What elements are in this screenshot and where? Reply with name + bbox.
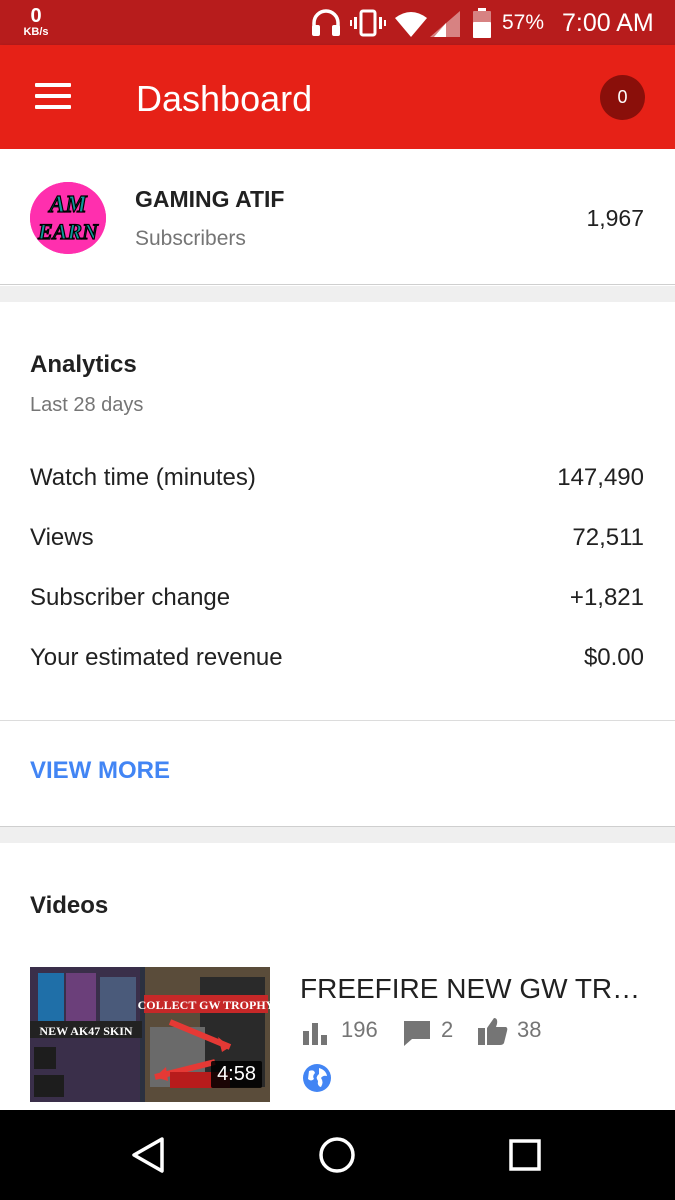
analytics-row-label: Views (30, 524, 94, 551)
thumbnail-caption-2: NEW AK47 SKIN (39, 1024, 132, 1038)
thumbs-up-icon (477, 1016, 509, 1052)
analytics-row-value: $0.00 (583, 644, 644, 671)
clock: 7:00 AM (562, 9, 654, 37)
subscribers-count: 1,967 (586, 205, 644, 231)
avatar-text-1: AM (47, 192, 88, 218)
network-speed-unit: KB/s (23, 26, 49, 38)
analytics-heading: Analytics (30, 351, 137, 378)
wifi-icon (395, 11, 427, 42)
bar-chart-icon (302, 1021, 328, 1051)
video-title[interactable]: FREEFIRE NEW GW TROPHY (300, 973, 645, 1005)
app-bar: Dashboard 0 (0, 45, 675, 149)
video-likes: 38 (517, 1017, 542, 1042)
analytics-row-label: Subscriber change (30, 584, 231, 611)
menu-icon[interactable] (35, 83, 71, 111)
video-comments: 2 (441, 1017, 454, 1042)
video-views: 196 (341, 1017, 378, 1042)
home-icon[interactable] (318, 1136, 356, 1179)
analytics-card (0, 302, 675, 827)
system-nav-bar (0, 1110, 675, 1200)
avatar[interactable]: AM EARN (30, 182, 106, 254)
comment-icon (402, 1019, 432, 1053)
analytics-row-label: Watch time (minutes) (30, 464, 256, 491)
network-speed-value: 0 (30, 5, 42, 27)
subscribers-label: Subscribers (135, 227, 246, 250)
videos-heading: Videos (30, 892, 109, 919)
avatar-logo: AM EARN (30, 182, 106, 254)
thumbnail-caption-1: COLLECT GW TROPHY (138, 998, 270, 1012)
recents-icon[interactable] (508, 1138, 542, 1177)
section-gap (0, 827, 675, 843)
view-more-button[interactable]: VIEW MORE (30, 757, 170, 785)
headset-icon (310, 9, 342, 42)
globe-icon (302, 1063, 332, 1099)
network-speed: 0 KB/s (16, 6, 56, 38)
analytics-row-label: Your estimated revenue (30, 644, 283, 671)
back-icon[interactable] (130, 1136, 166, 1179)
vibrate-icon (350, 9, 386, 42)
notification-badge[interactable]: 0 (600, 75, 645, 120)
cell-signal-icon (430, 11, 460, 42)
video-duration: 4:58 (211, 1061, 262, 1088)
section-gap (0, 286, 675, 302)
battery-icon (473, 8, 491, 43)
avatar-text-2: EARN (37, 219, 99, 244)
analytics-row-value: 72,511 (572, 524, 644, 551)
channel-name: GAMING ATIF (135, 186, 285, 212)
analytics-row-value: 147,490 (557, 464, 644, 491)
analytics-row-value: +1,821 (569, 584, 644, 611)
video-thumbnail[interactable]: COLLECT GW TROPHY NEW AK47 SKIN 4:58 (30, 967, 270, 1102)
divider (0, 720, 675, 721)
page-title: Dashboard (136, 78, 313, 119)
status-bar: 0 KB/s 57% 7:00 AM (0, 0, 675, 45)
battery-percent: 57% (502, 11, 545, 34)
analytics-period: Last 28 days (30, 394, 144, 416)
